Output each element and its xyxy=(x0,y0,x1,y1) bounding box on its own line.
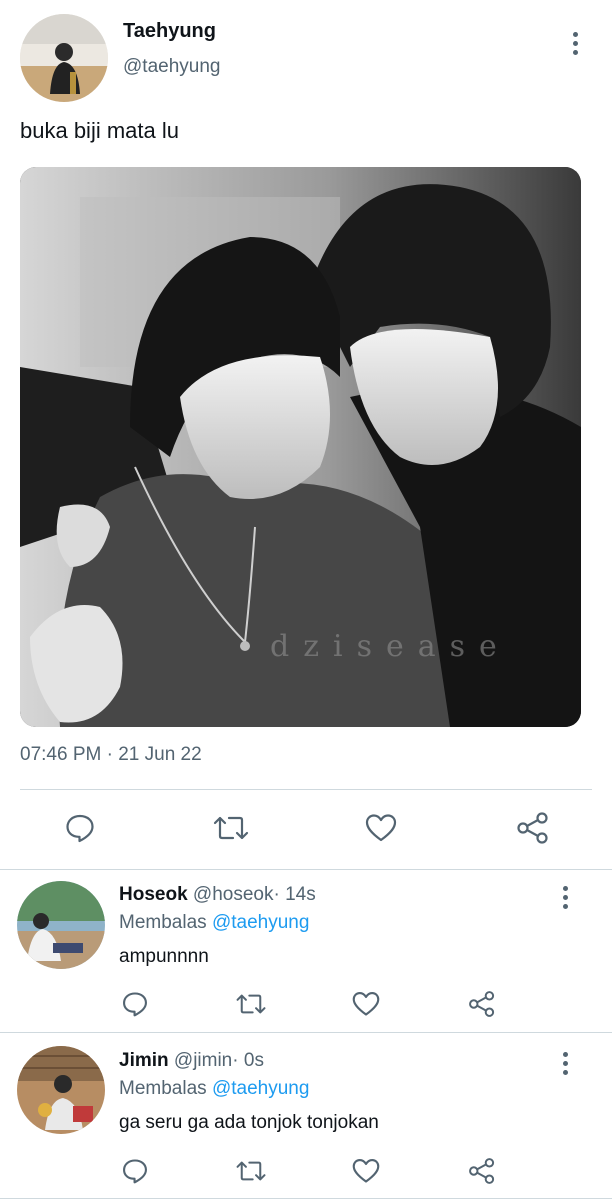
retweet-icon[interactable] xyxy=(234,1156,268,1186)
retweet-icon[interactable] xyxy=(211,810,251,846)
share-icon[interactable] xyxy=(467,989,497,1019)
divider xyxy=(0,1198,612,1199)
photo-watermark: dzisease xyxy=(270,629,511,664)
reply-icon[interactable] xyxy=(120,1156,150,1186)
more-options-icon[interactable] xyxy=(562,1052,568,1075)
share-icon[interactable] xyxy=(514,810,552,846)
divider xyxy=(20,789,592,790)
reply-text: ga seru ga ada tonjok tonjokan xyxy=(119,1112,379,1133)
like-icon[interactable] xyxy=(362,810,400,846)
replying-to-label: Membalas xyxy=(119,1078,207,1099)
author-name[interactable]: Taehyung xyxy=(123,20,216,43)
reply-header: Jimin @jimin· 0s xyxy=(119,1050,264,1072)
like-icon[interactable] xyxy=(351,1156,381,1186)
replying-to-label: Membalas xyxy=(119,912,207,933)
more-options-icon[interactable] xyxy=(572,32,578,55)
reply-avatar[interactable] xyxy=(17,1046,105,1134)
replying-to-link[interactable]: @taehyung xyxy=(212,912,309,933)
divider xyxy=(0,869,612,870)
retweet-icon[interactable] xyxy=(234,989,268,1019)
like-icon[interactable] xyxy=(351,989,381,1019)
replying-to-link[interactable]: @taehyung xyxy=(212,1078,309,1099)
reply-author-handle[interactable]: @hoseok xyxy=(193,884,274,905)
more-options-icon[interactable] xyxy=(562,886,568,909)
share-icon[interactable] xyxy=(467,1156,497,1186)
tweet-timestamp: 07:46 PM · 21 Jun 22 xyxy=(20,744,202,765)
reply-author-name[interactable]: Hoseok xyxy=(119,884,188,905)
reply-author-handle[interactable]: @jimin xyxy=(174,1050,232,1071)
reply-icon[interactable] xyxy=(120,989,150,1019)
tweet-text: buka biji mata lu xyxy=(20,118,179,143)
replying-to: Membalas @taehyung xyxy=(119,912,309,934)
author-handle[interactable]: @taehyung xyxy=(123,56,220,78)
reply-author-name[interactable]: Jimin xyxy=(119,1050,169,1071)
reply-icon[interactable] xyxy=(62,810,98,846)
reply-avatar[interactable] xyxy=(17,881,105,969)
author-avatar[interactable] xyxy=(20,14,108,102)
reply-time: · 0s xyxy=(232,1050,264,1071)
reply-time: · 14s xyxy=(273,884,316,905)
tweet-photo[interactable]: dzisease xyxy=(20,167,581,727)
replying-to: Membalas @taehyung xyxy=(119,1078,309,1100)
reply-text: ampunnnn xyxy=(119,946,209,967)
divider xyxy=(0,1032,612,1033)
reply-header: Hoseok @hoseok· 14s xyxy=(119,884,316,906)
